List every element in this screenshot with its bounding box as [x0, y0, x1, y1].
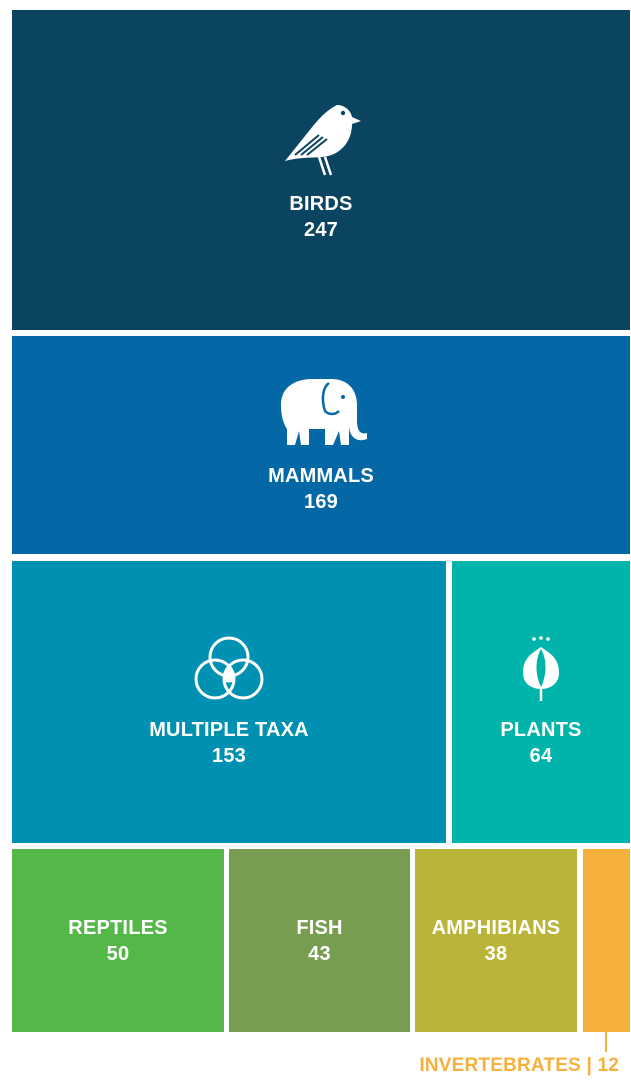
treemap-tile-birds: BIRDS 247: [12, 10, 630, 330]
tile-label: BIRDS: [289, 193, 353, 215]
treemap-tile-plants: PLANTS 64: [452, 561, 630, 843]
overlapping-circles-icon: [191, 635, 267, 703]
treemap-tile-fish: FISH 43: [229, 849, 410, 1032]
treemap-tile-reptiles: REPTILES 50: [12, 849, 224, 1032]
tile-label: AMPHIBIANS: [431, 916, 561, 939]
treemap-tile-amphibians: AMPHIBIANS 38: [415, 849, 577, 1032]
treemap-tile-mammals: MAMMALS 169: [12, 336, 630, 554]
invertebrates-callout-line: [605, 1032, 607, 1052]
tile-label: PLANTS: [500, 719, 582, 741]
tile-value: 153: [212, 745, 246, 767]
flower-bud-icon: [519, 635, 563, 703]
tile-label: REPTILES: [68, 916, 168, 939]
tile-value: 38: [484, 942, 508, 965]
tile-value: 247: [304, 219, 338, 241]
elephant-icon: [273, 375, 369, 449]
tile-label: MULTIPLE TAXA: [149, 719, 309, 741]
tile-value: 64: [529, 745, 553, 767]
tile-value: 50: [106, 942, 130, 965]
tile-label: FISH: [296, 916, 343, 939]
tile-label: MAMMALS: [268, 465, 374, 487]
tile-value: 169: [304, 491, 338, 513]
tile-value: 43: [308, 942, 331, 965]
invertebrates-callout-label: INVERTEBRATES | 12: [419, 1055, 619, 1076]
treemap-tile-multiple-taxa: MULTIPLE TAXA 153: [12, 561, 446, 843]
bird-icon: [279, 97, 363, 177]
treemap-tile-invertebrates: [583, 849, 630, 1032]
